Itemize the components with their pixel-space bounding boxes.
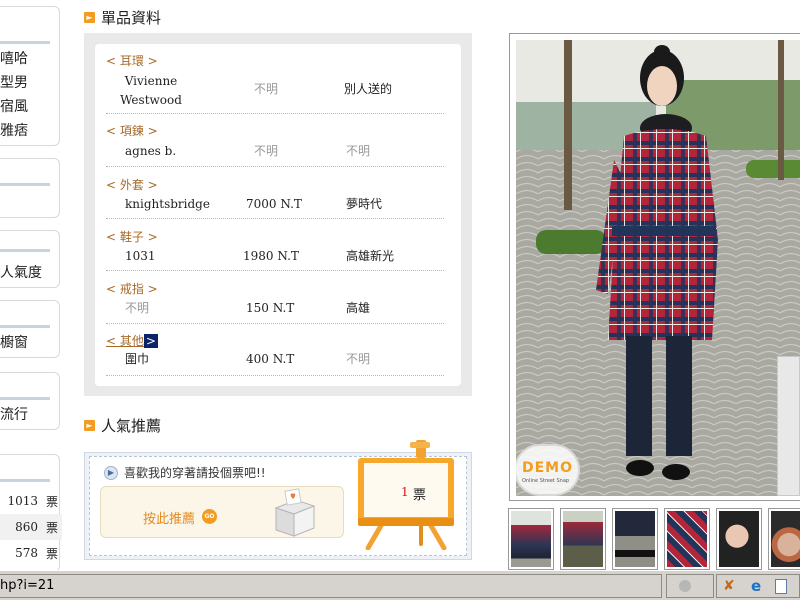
ranking-row[interactable]: 860 票: [0, 514, 62, 540]
item-price: 不明: [254, 144, 279, 158]
thumbnail[interactable]: [612, 508, 658, 570]
thumbnail-image: [511, 511, 551, 567]
item-category-link[interactable]: < 其他 >: [106, 332, 158, 349]
vote-total-unit: 票: [413, 488, 427, 503]
sidebar-link-popularity[interactable]: 人氣度: [0, 262, 42, 282]
status-progress-segment: [666, 574, 714, 598]
category-selected-bracket: >: [143, 334, 158, 348]
ranking-row[interactable]: 1013 票: [0, 488, 62, 514]
sidebar-link[interactable]: 宿風: [0, 96, 28, 116]
item-price: 150 N.T: [246, 301, 295, 315]
item-brand: 1031: [125, 249, 156, 263]
item-source: 高雄新光: [346, 249, 395, 263]
recommend-button-label: 按此推薦: [143, 512, 196, 527]
vote-count: 860: [15, 520, 38, 534]
divider: [0, 183, 50, 186]
thumbnail-image: [719, 511, 759, 567]
item-category[interactable]: < 耳環 >: [106, 52, 158, 69]
easel-signboard: 1 票: [352, 438, 464, 551]
popup-blocker-icon[interactable]: ✘: [723, 578, 735, 594]
watermark-main: DEMO: [522, 460, 574, 476]
thumbnail-image: [615, 511, 655, 567]
thumbnail[interactable]: [508, 508, 554, 570]
item-brand: 不明: [125, 301, 150, 315]
section-title-popular: ► 人氣推薦: [84, 415, 161, 436]
ie-icon[interactable]: e: [751, 577, 761, 595]
item-row: < 鞋子 > 1031 1980 N.T 高雄新光: [106, 219, 444, 271]
item-source: 不明: [346, 352, 371, 366]
divider: [0, 397, 50, 400]
vote-unit: 票: [45, 495, 58, 509]
item-row: < 其他 > 圍巾 400 N.T 不明: [106, 324, 444, 376]
category-text: < 其他: [106, 334, 144, 348]
item-price: 7000 N.T: [246, 197, 302, 211]
thumbnail[interactable]: [716, 508, 762, 570]
item-row: < 耳環 > Vivienne Westwood 不明 別人送的: [106, 50, 444, 114]
thumbnail[interactable]: [664, 508, 710, 570]
section-title-text: 人氣推薦: [101, 417, 162, 435]
browser-status-bar: hp?i=21 ✘ e: [0, 570, 800, 600]
arrow-right-icon: ►: [84, 420, 95, 431]
item-price: 400 N.T: [246, 352, 295, 366]
ranking-row[interactable]: 578 票: [0, 540, 62, 566]
item-row: < 戒指 > 不明 150 N.T 高雄: [106, 271, 444, 324]
vote-count: 1013: [7, 494, 38, 508]
item-category[interactable]: < 戒指 >: [106, 280, 158, 297]
sidebar-link-trend[interactable]: 流行: [0, 404, 28, 424]
item-row: < 外套 > knightsbridge 7000 N.T 夢時代: [106, 167, 444, 219]
item-source: 別人送的: [344, 82, 393, 96]
sidebar-box: [0, 158, 60, 218]
divider: [0, 479, 50, 482]
thumbnail[interactable]: [768, 508, 800, 570]
go-icon: GO: [202, 509, 217, 524]
item-price: 1980 N.T: [243, 249, 299, 263]
vote-unit: 票: [45, 521, 58, 535]
vote-total-count: 1: [401, 485, 409, 499]
vote-count: 578: [15, 546, 38, 560]
sidebar-link[interactable]: 雅痞: [0, 120, 28, 140]
page-icon[interactable]: [775, 579, 787, 594]
thumbnail-image: [563, 511, 603, 567]
divider: [0, 41, 50, 44]
outfit-photo[interactable]: DEMO Online Street Snap: [516, 40, 800, 496]
item-brand: 圍巾: [125, 352, 150, 366]
item-source: 夢時代: [346, 197, 383, 211]
thumbnail-image: [771, 511, 800, 567]
item-category[interactable]: < 項鍊 >: [106, 122, 158, 139]
photo-side-strip: [777, 356, 800, 496]
status-url: hp?i=21: [0, 574, 662, 598]
item-price: 不明: [254, 82, 279, 96]
item-category[interactable]: < 鞋子 >: [106, 228, 158, 245]
divider: [0, 249, 50, 252]
item-category[interactable]: < 外套 >: [106, 176, 158, 193]
item-source: 不明: [346, 144, 371, 158]
sidebar-link[interactable]: 型男: [0, 72, 28, 92]
vote-unit: 票: [45, 547, 58, 561]
section-title-text: 單品資料: [101, 9, 162, 27]
sidebar-link-window[interactable]: 櫥窗: [0, 332, 28, 352]
ballot-box-icon: [270, 486, 318, 538]
item-brand: agnes b.: [125, 144, 177, 158]
thumbnail[interactable]: [560, 508, 606, 570]
vote-prompt-text: 喜歡我的穿著請投個票吧!!: [124, 466, 266, 480]
divider: [0, 325, 50, 328]
chevron-right-icon: ▶: [104, 465, 118, 480]
connection-icon: [679, 580, 691, 592]
demo-watermark: DEMO Online Street Snap: [516, 444, 580, 496]
arrow-right-icon: ►: [84, 12, 95, 23]
section-title-items: ► 單品資料: [84, 7, 161, 28]
item-row: < 項鍊 > agnes b. 不明 不明: [106, 114, 444, 167]
item-brand: Vivienne Westwood: [120, 74, 182, 107]
item-source: 高雄: [346, 301, 371, 315]
thumbnail-image: [667, 511, 707, 567]
vote-prompt: ▶ 喜歡我的穿著請投個票吧!!: [104, 464, 266, 481]
sidebar-link[interactable]: 嘻哈: [0, 48, 28, 68]
status-zone-segment: ✘ e: [716, 574, 800, 598]
watermark-sub: Online Street Snap: [522, 478, 570, 484]
item-brand: knightsbridge: [125, 197, 210, 211]
